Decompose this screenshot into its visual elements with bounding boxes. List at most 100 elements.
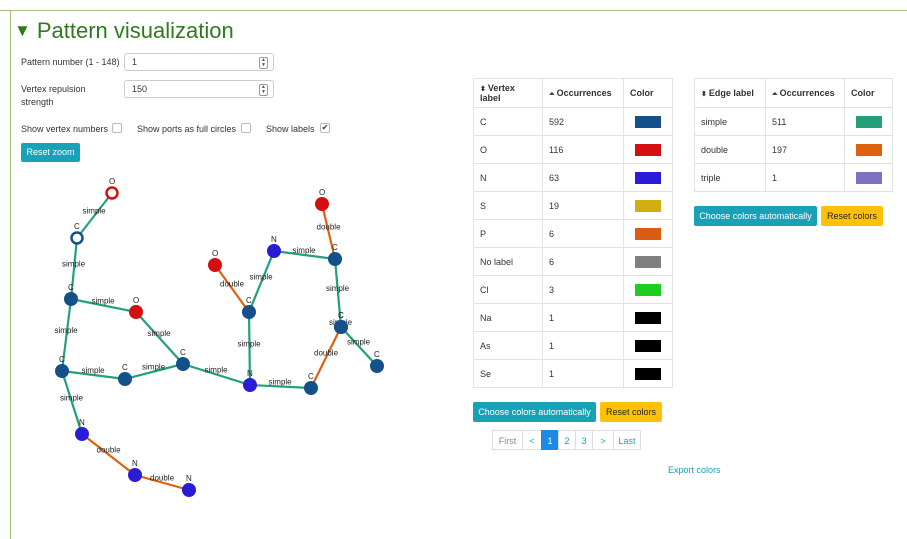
export-colors-link[interactable]: Export colors xyxy=(668,465,721,475)
table-row: Na 1 xyxy=(473,303,673,332)
row-color-cell xyxy=(844,135,893,164)
edge-choose-colors-button[interactable]: Choose colors automatically xyxy=(694,206,817,226)
table-row: N 63 xyxy=(473,163,673,192)
graph-vertex-O[interactable] xyxy=(208,258,222,272)
graph-vertex-label: O xyxy=(133,296,139,305)
row-occurrences: 1 xyxy=(542,359,624,388)
pager-prev-icon[interactable]: < xyxy=(522,430,542,450)
graph-vertex-label: N xyxy=(132,459,138,468)
graph-vertex-C[interactable] xyxy=(64,292,78,306)
sort-ascending-icon: ⏶ xyxy=(772,90,778,98)
edge-occurrences-header[interactable]: ⏶ Occurrences xyxy=(765,78,845,108)
graph-edge-double xyxy=(310,326,342,389)
sort-ascending-icon: ⏶ xyxy=(549,90,555,98)
graph-vertex-N[interactable] xyxy=(243,378,257,392)
pager-first[interactable]: First xyxy=(492,430,523,450)
graph-vertex-N[interactable] xyxy=(75,427,89,441)
graph-vertex-C[interactable] xyxy=(304,381,318,395)
color-swatch[interactable] xyxy=(635,255,661,268)
color-swatch[interactable] xyxy=(855,171,882,184)
color-swatch[interactable] xyxy=(635,115,661,128)
graph-vertex-C[interactable] xyxy=(242,305,256,319)
graph-vertex-N[interactable] xyxy=(267,244,281,258)
edge-reset-colors-button[interactable]: Reset colors xyxy=(821,206,883,226)
table-row: P6 xyxy=(473,219,673,248)
graph-vertex-C[interactable] xyxy=(328,252,342,266)
color-swatch[interactable] xyxy=(635,227,661,240)
graph-edge-label: simple xyxy=(83,207,107,216)
graph-edge-label: simple xyxy=(82,366,106,375)
row-label: Na xyxy=(473,303,543,332)
row-occurrences: 1 xyxy=(542,331,624,360)
pager-page-3[interactable]: 3 xyxy=(575,430,593,450)
graph-vertex-O[interactable] xyxy=(315,197,329,211)
graph-edge-simple xyxy=(340,326,378,367)
graph-vertex-label: N xyxy=(79,418,85,427)
graph-vertex-N[interactable] xyxy=(128,468,142,482)
color-swatch[interactable] xyxy=(635,143,661,156)
graph-vertex-label: N xyxy=(271,235,277,244)
graph-vertex-N[interactable] xyxy=(182,483,196,497)
row-occurrences: 63 xyxy=(542,163,624,192)
color-swatch[interactable] xyxy=(635,367,661,380)
graph-edge-double xyxy=(81,433,136,476)
graph-vertex-C[interactable] xyxy=(70,231,84,245)
graph-vertex-O[interactable] xyxy=(129,305,143,319)
table-row: double 197 xyxy=(694,135,893,164)
graph-edge-label: simple xyxy=(148,329,172,338)
graph-edge-label: double xyxy=(220,280,245,289)
graph-edge-label: double xyxy=(317,223,342,232)
graph-edge-label: double xyxy=(314,349,339,358)
graph-vertex-C[interactable] xyxy=(118,372,132,386)
pager-page-1[interactable]: 1 xyxy=(541,430,559,450)
graph-vertex-label: N xyxy=(247,369,253,378)
sort-icon: ⬍ xyxy=(480,86,486,93)
graph-edge-label: simple xyxy=(293,246,317,255)
row-label: No label xyxy=(473,247,543,276)
pattern-graph[interactable]: simple simple simple simple simple simple simp… xyxy=(0,0,470,539)
edge-label-table: ⬍ Edge label ⏶ Occurrences Color simple 511… xyxy=(694,78,893,192)
row-label: Cl xyxy=(473,275,543,304)
table-row: No label 6 xyxy=(473,247,673,276)
graph-vertex-O[interactable] xyxy=(105,186,119,200)
vertex-reset-colors-button[interactable]: Reset colors xyxy=(600,402,662,422)
vertex-color-header: Color xyxy=(623,78,673,108)
row-color-cell xyxy=(623,303,673,332)
table-row: simple 511 xyxy=(694,107,893,136)
color-swatch[interactable] xyxy=(635,339,661,352)
graph-vertex-C[interactable] xyxy=(55,364,69,378)
graph-vertex-C[interactable] xyxy=(176,357,190,371)
row-occurrences: 197 xyxy=(765,135,845,164)
pager-next-icon[interactable]: > xyxy=(592,430,614,450)
vertex-label-header[interactable]: ⬍ Vertex label xyxy=(473,78,543,108)
row-label: simple xyxy=(694,107,766,136)
color-swatch[interactable] xyxy=(635,283,661,296)
graph-vertex-label: C xyxy=(180,348,186,357)
pager-last[interactable]: Last xyxy=(613,430,641,450)
row-occurrences: 3 xyxy=(542,275,624,304)
vertex-choose-colors-button[interactable]: Choose colors automatically xyxy=(473,402,596,422)
color-swatch[interactable] xyxy=(635,171,661,184)
row-color-cell xyxy=(623,135,673,164)
table-row: triple 1 xyxy=(694,163,893,192)
graph-vertex-label: O xyxy=(109,177,115,186)
row-label: Se xyxy=(473,359,543,388)
color-swatch[interactable] xyxy=(635,199,661,212)
color-swatch[interactable] xyxy=(635,311,661,324)
row-occurrences: 1 xyxy=(542,303,624,332)
graph-vertex-label: C xyxy=(122,363,128,372)
pager-page-2[interactable]: 2 xyxy=(558,430,576,450)
table-row: O 116 xyxy=(473,135,673,164)
vertex-occurrences-header[interactable]: ⏶ Occurrences xyxy=(542,78,624,108)
row-color-cell xyxy=(844,107,893,136)
graph-edge-double xyxy=(214,264,250,313)
color-swatch[interactable] xyxy=(855,143,882,156)
graph-vertex-C[interactable] xyxy=(370,359,384,373)
table-row: As 1 xyxy=(473,331,673,360)
graph-vertex-label: C xyxy=(374,350,380,359)
row-color-cell xyxy=(623,247,673,276)
edge-label-header[interactable]: ⬍ Edge label xyxy=(694,78,766,108)
row-label: C xyxy=(473,107,543,136)
graph-vertex-C[interactable] xyxy=(334,320,348,334)
color-swatch[interactable] xyxy=(855,115,882,128)
